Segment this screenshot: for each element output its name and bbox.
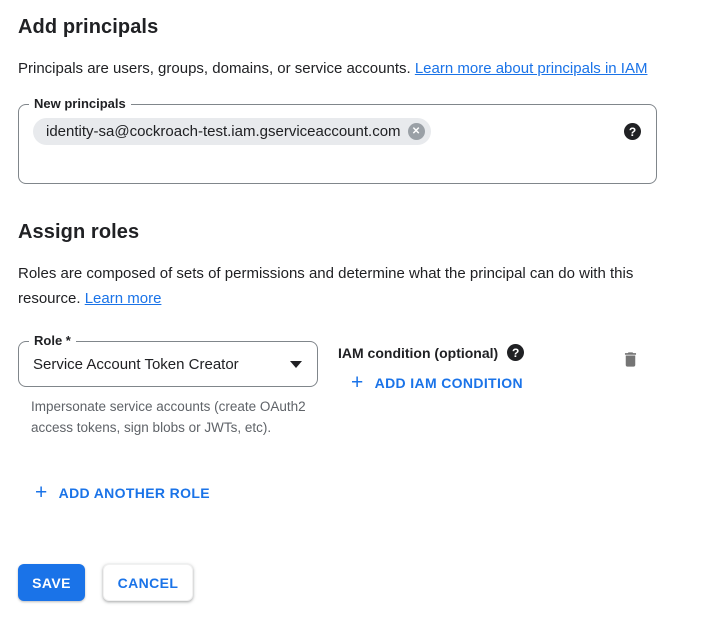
- principal-chip-text: identity-sa@cockroach-test.iam.gservicea…: [46, 123, 401, 140]
- action-buttons: SAVE CANCEL: [18, 564, 657, 601]
- new-principals-field[interactable]: New principals identity-sa@cockroach-tes…: [18, 104, 657, 184]
- add-another-role-button[interactable]: + ADD ANOTHER ROLE: [35, 484, 210, 502]
- add-iam-condition-label: ADD IAM CONDITION: [375, 375, 523, 391]
- intro-text: Principals are users, groups, domains, o…: [18, 60, 415, 77]
- delete-role-column: [621, 341, 657, 375]
- dropdown-arrow-icon: [290, 361, 302, 368]
- page-title: Add principals: [18, 16, 657, 39]
- chip-remove-icon[interactable]: ✕: [408, 123, 425, 140]
- plus-icon: +: [35, 484, 48, 502]
- iam-condition-label-row: IAM condition (optional) ?: [338, 344, 621, 361]
- new-principals-label: New principals: [29, 96, 131, 112]
- principal-chip: identity-sa@cockroach-test.iam.gservicea…: [33, 118, 431, 145]
- role-value: Service Account Token Creator: [33, 356, 239, 373]
- delete-icon: [621, 349, 640, 370]
- delete-role-button[interactable]: [621, 349, 640, 370]
- role-select[interactable]: Role * Service Account Token Creator: [18, 341, 318, 387]
- role-helper-text: Impersonate service accounts (create OAu…: [31, 396, 318, 438]
- cancel-button[interactable]: CANCEL: [103, 564, 193, 601]
- add-another-role-label: ADD ANOTHER ROLE: [59, 485, 210, 501]
- iam-condition-column: IAM condition (optional) ? + ADD IAM CON…: [338, 341, 621, 394]
- assign-roles-title: Assign roles: [18, 221, 657, 244]
- plus-icon: +: [351, 374, 364, 392]
- save-button[interactable]: SAVE: [18, 564, 85, 601]
- role-column: Role * Service Account Token Creator Imp…: [18, 341, 318, 438]
- learn-more-principals-link[interactable]: Learn more about principals in IAM: [415, 60, 648, 77]
- iam-condition-help-icon[interactable]: ?: [507, 344, 524, 361]
- assign-roles-paragraph: Roles are composed of sets of permission…: [18, 261, 657, 311]
- role-row: Role * Service Account Token Creator Imp…: [18, 341, 657, 438]
- intro-paragraph: Principals are users, groups, domains, o…: [18, 56, 657, 81]
- add-iam-condition-button[interactable]: + ADD IAM CONDITION: [351, 374, 523, 392]
- role-label: Role *: [29, 333, 76, 349]
- learn-more-roles-link[interactable]: Learn more: [85, 290, 162, 307]
- add-principals-panel: Add principals Principals are users, gro…: [0, 0, 657, 601]
- iam-condition-label: IAM condition (optional): [338, 345, 498, 361]
- principals-help-icon[interactable]: ?: [624, 123, 641, 140]
